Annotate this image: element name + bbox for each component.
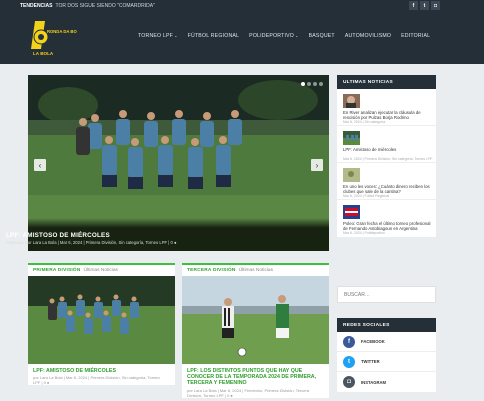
top-bar: TENDENCIAS TOR DOS SIGUE SIENDO "COMARDR… <box>0 0 484 11</box>
nav-basquet[interactable]: BASQUET <box>309 33 335 39</box>
instagram-icon: ◘ <box>343 376 355 388</box>
search-input[interactable]: BUSCAR… <box>337 286 436 303</box>
news-meta: Mar 6, 2024 | Polideportivo <box>343 231 385 235</box>
news-thumbnail[interactable] <box>343 94 360 108</box>
card-category[interactable]: TERCERA DIVISIÓN <box>187 268 236 273</box>
nav-torneo-lpf[interactable]: TORNEO LPF⌄ <box>138 33 178 39</box>
trending-ticker[interactable]: TOR DOS SIGUE SIENDO "COMARDRIDA" <box>56 3 155 9</box>
card-meta: División, Torneo LPF | 0 ● <box>187 392 233 398</box>
card-meta: por Lara La Bola | Mar 6, 2024 | Femenin… <box>187 387 310 393</box>
chevron-down-icon: ⌄ <box>174 33 178 38</box>
card-meta: por Lara La Bola | Mar 6, 2024 | Primera… <box>33 375 160 381</box>
card-title[interactable]: LPF: LOS DISTINTOS PUNTOS QUE HAY QUE CO… <box>182 364 329 388</box>
chevron-down-icon: ⌄ <box>295 33 299 38</box>
social-header: REDES SOCIALES <box>337 318 436 332</box>
category-card-tercera: TERCERA DIVISIÓN Últimas Noticias LPF: L… <box>182 263 329 398</box>
site-header: RONDA DA BOLA LA BOLA TORNEO LPF⌄ FÚTBOL… <box>0 11 484 64</box>
social-widget: REDES SOCIALES f FACEBOOK t TWITTER ◘ IN… <box>337 318 436 392</box>
trending-label: TENDENCIAS <box>20 2 53 9</box>
news-meta: Mar 6, 2024 | Primera División, Sin cate… <box>343 157 433 161</box>
list-item[interactable]: Poleo: Gran fecha el último torneo profe… <box>337 200 436 237</box>
svg-text:LA BOLA: LA BOLA <box>33 51 54 56</box>
social-link-instagram[interactable]: ◘ INSTAGRAM <box>337 372 436 392</box>
news-title[interactable]: En River analizan ejecutar la cláusula d… <box>343 110 433 120</box>
main-nav: TORNEO LPF⌄ FÚTBOL REGIONAL POLIDEPORTIV… <box>138 33 440 39</box>
nav-polideportivo[interactable]: POLIDEPORTIVO⌄ <box>249 33 298 39</box>
nav-editorial[interactable]: EDITORIAL <box>401 33 430 39</box>
news-title[interactable]: LPF: Amistoso de miércoles <box>343 147 433 152</box>
social-label: INSTAGRAM <box>361 379 387 385</box>
instagram-icon[interactable]: ◘ <box>431 1 440 10</box>
facebook-icon: f <box>343 335 355 348</box>
social-link-facebook[interactable]: f FACEBOOK <box>337 332 436 352</box>
news-title[interactable]: Poleo: Gran fecha el último torneo profe… <box>343 221 433 231</box>
top-social-icons: f t ◘ <box>409 1 440 10</box>
social-label: TWITTER <box>361 359 380 364</box>
svg-text:RONDA DA BOLA: RONDA DA BOLA <box>47 29 77 34</box>
card-header: TERCERA DIVISIÓN Últimas Noticias <box>182 265 329 276</box>
list-item[interactable]: En River analizan ejecutar la cláusula d… <box>337 89 436 126</box>
twitter-icon: t <box>343 355 355 368</box>
slider-meta: Publicado por Lara La Bola | Mar 6, 2024… <box>6 240 177 245</box>
site-logo[interactable]: RONDA DA BOLA LA BOLA <box>29 19 82 57</box>
featured-slider[interactable]: ‹ › <box>28 75 329 251</box>
card-subtitle: Últimas Noticias <box>83 268 118 273</box>
slider-dots[interactable] <box>301 82 323 86</box>
facebook-icon[interactable]: f <box>409 1 418 10</box>
card-meta: LPF | 0 ● <box>33 380 50 386</box>
card-category[interactable]: PRIMERA DIVISIÓN <box>33 268 81 273</box>
card-subtitle: Últimas Noticias <box>238 268 273 273</box>
nav-automovilismo[interactable]: AUTOMOVILISMO <box>345 33 391 39</box>
card-title[interactable]: LPF: AMISTOSO DE MIÉRCOLES <box>28 364 175 375</box>
news-meta: Mar 6, 2024 | Fútbol Regional <box>343 194 390 198</box>
card-header: PRIMERA DIVISIÓN Últimas Noticias <box>28 265 175 276</box>
list-item[interactable]: En uno les voces: ¿Cuánto dinero reciben… <box>337 163 436 200</box>
slider-prev-button[interactable]: ‹ <box>34 159 46 171</box>
social-link-twitter[interactable]: t TWITTER <box>337 352 436 372</box>
news-thumbnail[interactable] <box>343 168 360 182</box>
news-title[interactable]: En uno les voces: ¿Cuánto dinero reciben… <box>343 184 433 194</box>
news-thumbnail[interactable] <box>343 205 360 219</box>
card-image[interactable] <box>182 276 329 364</box>
latest-news-header: ULTIMAS NOTICIAS <box>337 75 436 89</box>
nav-futbol-regional[interactable]: FÚTBOL REGIONAL <box>188 33 240 39</box>
social-label: FACEBOOK <box>361 339 385 344</box>
twitter-icon[interactable]: t <box>420 1 429 10</box>
card-image[interactable] <box>28 276 175 364</box>
category-card-primera: PRIMERA DIVISIÓN Últimas Noticias LPF: A… <box>28 263 175 386</box>
latest-news-widget: ULTIMAS NOTICIAS En River analizan ejecu… <box>337 75 436 237</box>
slider-next-button[interactable]: › <box>311 159 323 171</box>
slider-title[interactable]: LPF: AMISTOSO DE MIÉRCOLES <box>6 232 110 239</box>
list-item[interactable]: LPF: Amistoso de miércoles Mar 6, 2024 |… <box>337 126 436 163</box>
news-meta: Mar 6, 2024 | Sin categoría <box>343 120 386 124</box>
news-thumbnail[interactable] <box>343 131 360 145</box>
